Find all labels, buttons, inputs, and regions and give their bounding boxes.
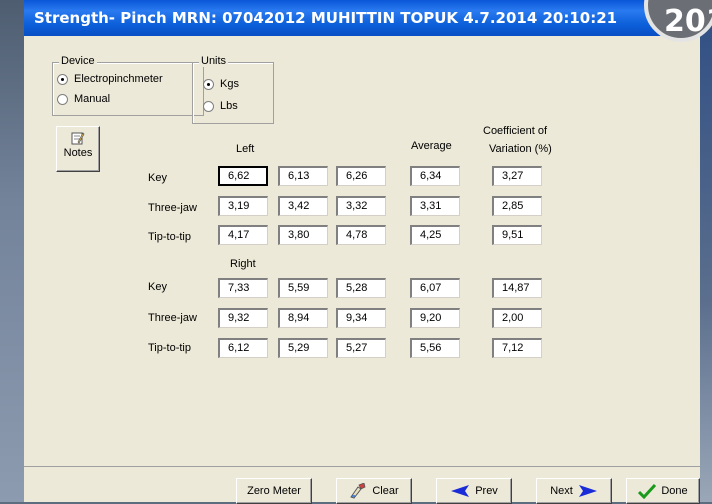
strength-pinch-window: Strength- Pinch MRN: 07042012 MUHITTIN T… [24,0,712,502]
units-group-title: Units [199,55,229,67]
average-header: Average [411,140,452,152]
prev-button[interactable]: Prev [436,478,512,504]
left-key-cv[interactable]: 3,27 [492,166,542,186]
right-row-label-tip-to-tip: Tip-to-tip [148,342,191,354]
window-title: Strength- Pinch MRN: 07042012 MUHITTIN T… [24,0,700,36]
right-three-jaw-trial-2[interactable]: 8,94 [278,308,328,328]
right-tip-to-tip-trial-2[interactable]: 5,29 [278,338,328,358]
left-key-average[interactable]: 6,34 [410,166,460,186]
notes-icon [71,132,85,145]
done-button[interactable]: Done [626,478,700,504]
left-tip-to-tip-average[interactable]: 4,25 [410,225,460,245]
device-option-electropinchmeter[interactable]: Electropinchmeter [57,73,163,85]
zero-meter-label: Zero Meter [247,485,301,497]
right-row-label-key: Key [148,281,167,293]
right-tip-to-tip-trial-3[interactable]: 5,27 [336,338,386,358]
units-option-label: Kgs [220,78,239,90]
right-row-label-three-jaw: Three-jaw [148,312,197,324]
units-group: Units Kgs Lbs [192,55,274,124]
device-group-title: Device [59,55,97,67]
right-tip-to-tip-trial-1[interactable]: 6,12 [218,338,268,358]
right-three-jaw-trial-3[interactable]: 9,34 [336,308,386,328]
left-tip-to-tip-trial-2[interactable]: 3,80 [278,225,328,245]
right-three-jaw-average[interactable]: 9,20 [410,308,460,328]
right-three-jaw-trial-1[interactable]: 9,32 [218,308,268,328]
device-option-label: Manual [74,93,111,105]
right-key-trial-3[interactable]: 5,28 [336,278,386,298]
left-row-label-tip-to-tip: Tip-to-tip [148,231,191,243]
left-tip-to-tip-trial-1[interactable]: 4,17 [218,225,268,245]
device-option-label: Electropinchmeter [74,73,163,85]
eraser-icon [350,483,366,499]
clear-button[interactable]: Clear [336,478,412,504]
right-tip-to-tip-cv[interactable]: 7,12 [492,338,542,358]
radio-unchecked-icon[interactable] [203,100,214,112]
notes-button[interactable]: Notes [56,126,100,172]
left-three-jaw-trial-3[interactable]: 3,32 [336,196,386,216]
next-button[interactable]: Next [536,478,612,504]
left-row-label-three-jaw: Three-jaw [148,202,197,214]
units-option-kgs[interactable]: Kgs [203,78,239,90]
right-key-trial-1[interactable]: 7,33 [218,278,268,298]
right-key-cv[interactable]: 14,87 [492,278,542,298]
next-label: Next [550,485,573,497]
right-tip-to-tip-average[interactable]: 5,56 [410,338,460,358]
left-key-trial-2[interactable]: 6,13 [278,166,328,186]
device-group: Device Electropinchmeter Manual [52,55,204,116]
units-option-lbs[interactable]: Lbs [203,100,238,112]
zero-meter-button[interactable]: Zero Meter [236,478,312,504]
units-option-label: Lbs [220,100,238,112]
radio-checked-icon[interactable] [57,73,68,85]
clear-label: Clear [372,485,399,497]
left-header: Left [236,143,255,155]
radio-unchecked-icon[interactable] [57,93,68,105]
right-header: Right [230,258,256,270]
left-key-trial-3[interactable]: 6,26 [336,166,386,186]
left-three-jaw-average[interactable]: 3,31 [410,196,460,216]
right-three-jaw-cv[interactable]: 2,00 [492,308,542,328]
desktop-background-left [0,0,24,502]
device-option-manual[interactable]: Manual [57,93,110,105]
radio-checked-icon[interactable] [203,78,214,90]
left-tip-to-tip-trial-3[interactable]: 4,78 [336,225,386,245]
left-row-label-key: Key [148,172,167,184]
right-key-trial-2[interactable]: 5,59 [278,278,328,298]
left-tip-to-tip-cv[interactable]: 9,51 [492,225,542,245]
right-key-average[interactable]: 6,07 [410,278,460,298]
next-arrow-icon [578,485,597,497]
checkmark-icon [638,483,657,499]
cv-header-line2: Variation (%) [489,143,552,155]
cv-header-line1: Coefficient of [483,125,548,137]
left-three-jaw-trial-2[interactable]: 3,42 [278,196,328,216]
prev-arrow-icon [451,485,470,497]
notes-label: Notes [63,147,93,159]
prev-label: Prev [475,485,498,497]
done-label: Done [661,485,688,497]
left-three-jaw-trial-1[interactable]: 3,19 [218,196,268,216]
left-key-trial-1[interactable]: 6,62 [218,166,268,186]
desktop-background-right [700,0,712,502]
left-three-jaw-cv[interactable]: 2,85 [492,196,542,216]
